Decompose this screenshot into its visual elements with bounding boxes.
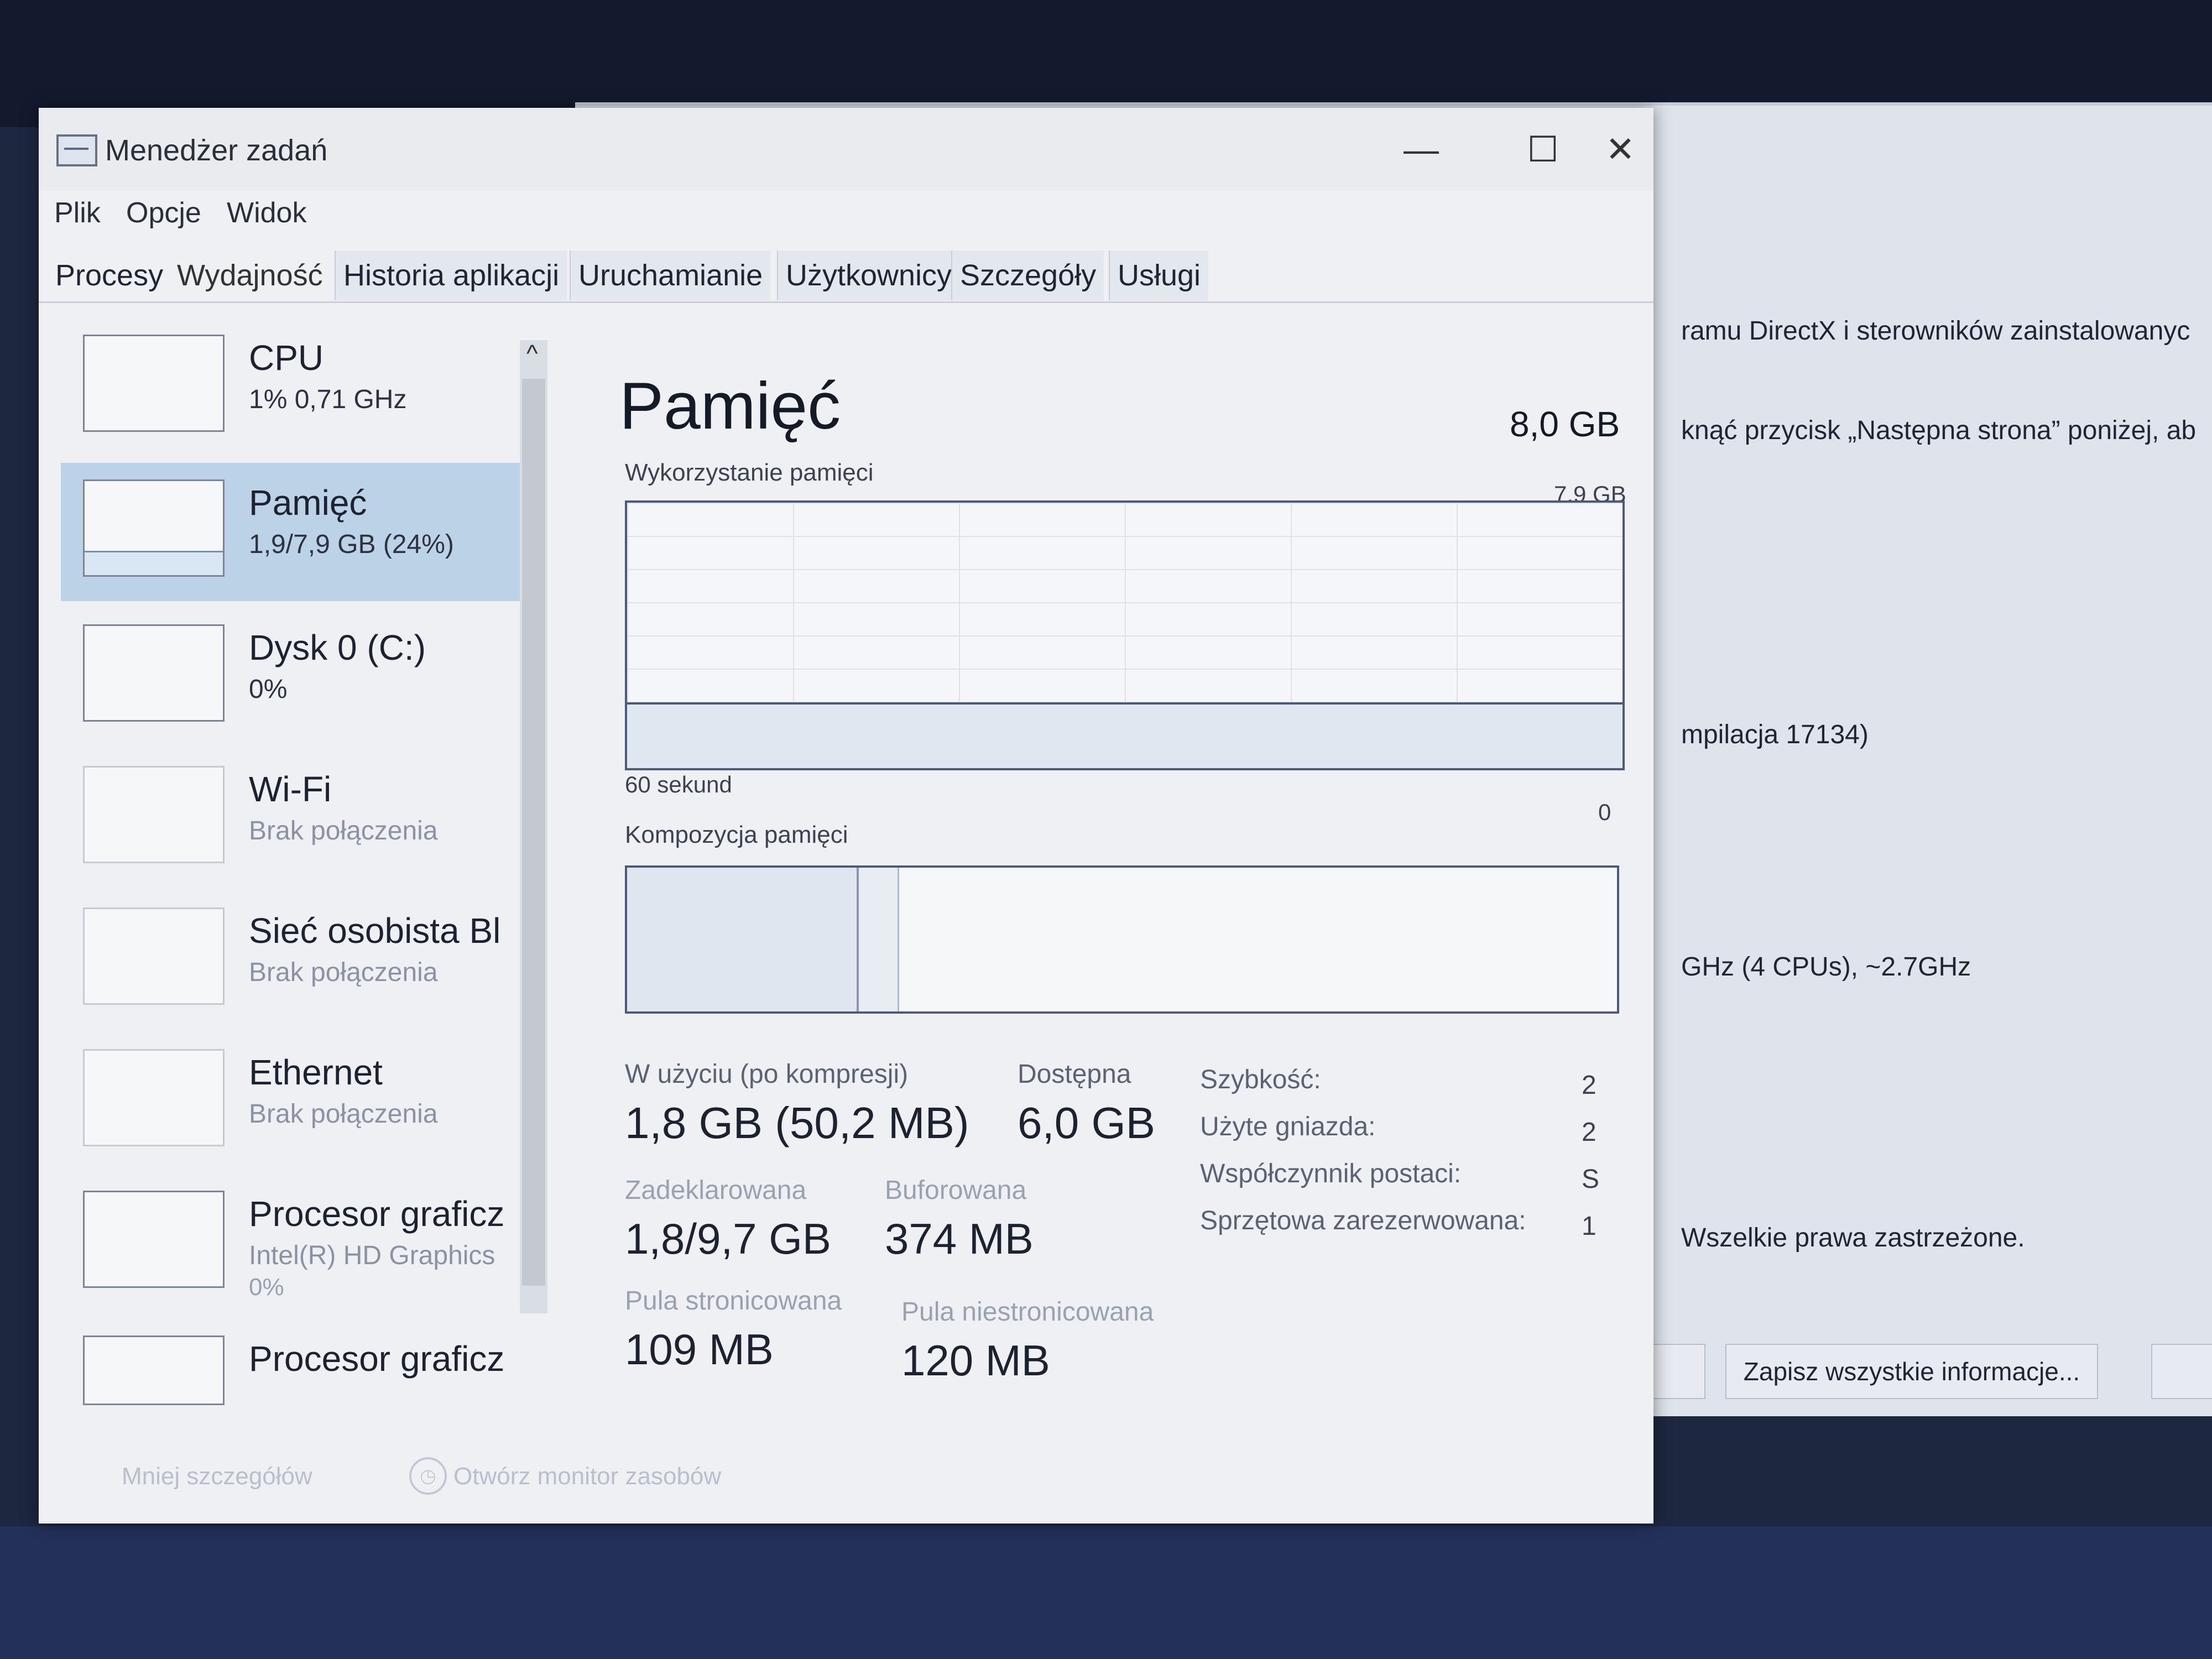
- task-manager-icon: [56, 134, 97, 166]
- committed-value: 1,8/9,7 GB: [625, 1214, 831, 1263]
- ethernet-thumbnail: [83, 1049, 225, 1146]
- speed-value: 2: [1582, 1071, 1597, 1100]
- form-factor-label: Współczynnik postaci:: [1200, 1159, 1462, 1188]
- graph-axis-right: 0: [1598, 799, 1611, 825]
- bg-line-1: ramu DirectX i sterowników zainstalowany…: [1681, 316, 2190, 346]
- open-resource-monitor-link[interactable]: Otwórz monitor zasobów: [453, 1463, 721, 1490]
- wifi-thumbnail: [83, 766, 225, 863]
- sidebar-scrollbar[interactable]: ^: [520, 340, 547, 1313]
- available-label: Dostępna: [1018, 1060, 1131, 1089]
- sidebar-item-sub: Intel(R) HD Graphics: [249, 1241, 495, 1270]
- bg-button-right[interactable]: [2151, 1344, 2212, 1399]
- tab-uruchamianie[interactable]: Uruchamianie: [570, 251, 771, 300]
- sidebar-item-sub: Brak połączenia: [249, 816, 438, 846]
- menu-bar: Plik Opcje Widok: [39, 191, 1653, 235]
- composition-label: Kompozycja pamięci: [625, 821, 848, 848]
- sidebar-item-sub2: 0%: [249, 1274, 284, 1301]
- sidebar-item-title: Procesor graficz: [249, 1194, 505, 1234]
- sidebar-item-wifi[interactable]: Wi-Fi Brak połączenia: [61, 749, 542, 888]
- sidebar-item-sub: Brak połączenia: [249, 958, 438, 987]
- sidebar-item-ethernet[interactable]: Ethernet Brak połączenia: [61, 1032, 542, 1171]
- sidebar-item-cpu[interactable]: CPU 1% 0,71 GHz: [61, 318, 542, 456]
- maximize-button[interactable]: ☐: [1510, 124, 1576, 174]
- title-bar: Menedżer zadań — ☐: [39, 108, 1653, 191]
- sidebar-item-sub: 1% 0,71 GHz: [249, 385, 407, 414]
- bg-line-5: Wszelkie prawa zastrzeżone.: [1681, 1223, 2025, 1253]
- sidebar-item-title: Dysk 0 (C:): [249, 628, 426, 667]
- close-button[interactable]: ✕: [1587, 124, 1653, 174]
- page-title: Pamięć: [619, 369, 841, 443]
- sidebar-item-sub: Brak połączenia: [249, 1099, 438, 1129]
- bg-line-4: GHz (4 CPUs), ~2.7GHz: [1681, 952, 1971, 982]
- sidebar-item-memory[interactable]: Pamięć 1,9/7,9 GB (24%): [61, 463, 542, 601]
- footer: Mniej szczegółów ◷ Otwórz monitor zasobó…: [39, 1441, 1653, 1512]
- tab-procesy[interactable]: Procesy: [55, 251, 163, 300]
- sidebar-item-title: Sieć osobista Bl: [249, 911, 501, 951]
- bg-line-3: mpilacja 17134): [1681, 720, 1869, 749]
- sidebar-item-sub: 1,9/7,9 GB (24%): [249, 530, 454, 559]
- form-factor-value: S: [1582, 1165, 1600, 1194]
- paged-pool-value: 109 MB: [625, 1325, 774, 1374]
- graph-axis-left: 60 sekund: [625, 771, 732, 797]
- memory-usage-fill: [627, 702, 1623, 768]
- minimize-button[interactable]: —: [1388, 124, 1454, 174]
- window-title: Menedżer zadań: [105, 134, 328, 167]
- tab-bar: Procesy Wydajność Historia aplikacji Uru…: [39, 241, 1653, 303]
- in-use-label: W użyciu (po kompresji): [625, 1060, 909, 1089]
- save-all-info-button[interactable]: Zapisz wszystkie informacje...: [1725, 1344, 2098, 1399]
- gpu-thumbnail: [83, 1191, 225, 1288]
- scroll-thumb[interactable]: [522, 379, 545, 1286]
- usage-graph-label: Wykorzystanie pamięci: [625, 459, 874, 486]
- sidebar-item-title: Pamięć: [249, 483, 367, 523]
- desktop-bottom: [0, 1526, 2212, 1659]
- scroll-up-icon[interactable]: ^: [526, 340, 538, 368]
- memory-total: 8,0 GB: [1510, 404, 1620, 444]
- menu-widok[interactable]: Widok: [227, 196, 306, 229]
- sidebar-item-title: Wi-Fi: [249, 769, 332, 809]
- sidebar-item-title: Ethernet: [249, 1052, 383, 1092]
- tab-uzytkownicy[interactable]: Użytkownicy: [777, 251, 960, 300]
- disk-thumbnail: [83, 624, 225, 722]
- sidebar-item-gpu-1[interactable]: Procesor graficz: [61, 1319, 542, 1418]
- tab-szczegoly[interactable]: Szczegóły: [951, 251, 1104, 300]
- bluetooth-thumbnail: [83, 907, 225, 1005]
- memory-thumbnail: [83, 479, 225, 577]
- sidebar-item-title: CPU: [249, 338, 324, 378]
- sidebar-item-title: Procesor graficz: [249, 1339, 505, 1379]
- composition-in-use: [627, 868, 859, 1011]
- speed-label: Szybkość:: [1200, 1065, 1321, 1094]
- cached-value: 374 MB: [885, 1214, 1034, 1263]
- fewer-details-link[interactable]: Mniej szczegółów: [122, 1463, 312, 1490]
- memory-usage-graph: [625, 500, 1625, 770]
- slots-used-label: Użyte gniazda:: [1200, 1112, 1376, 1141]
- sidebar-item-sub: 0%: [249, 675, 288, 704]
- committed-label: Zadeklarowana: [625, 1176, 807, 1205]
- in-use-value: 1,8 GB (50,2 MB): [625, 1098, 969, 1147]
- menu-opcje[interactable]: Opcje: [126, 196, 201, 229]
- cached-label: Buforowana: [885, 1176, 1027, 1205]
- resource-monitor-icon: ◷: [409, 1457, 447, 1495]
- nonpaged-pool-label: Pula niestronicowana: [901, 1297, 1154, 1327]
- composition-modified: [859, 868, 899, 1011]
- sidebar-item-bluetooth[interactable]: Sieć osobista Bl Brak połączenia: [61, 891, 542, 1029]
- available-value: 6,0 GB: [1018, 1098, 1156, 1147]
- hardware-reserved-label: Sprzętowa zarezerwowana:: [1200, 1206, 1526, 1235]
- menu-plik[interactable]: Plik: [54, 196, 101, 229]
- hardware-reserved-value: 1: [1582, 1212, 1597, 1241]
- bg-line-2: knąć przycisk „Następna strona” poniżej,…: [1681, 416, 2197, 445]
- tab-uslugi[interactable]: Usługi: [1109, 251, 1209, 300]
- sidebar-item-gpu-0[interactable]: Procesor graficz Intel(R) HD Graphics 0%: [61, 1174, 542, 1312]
- tab-wydajnosc[interactable]: Wydajność: [177, 251, 323, 300]
- gpu-thumbnail: [83, 1335, 225, 1405]
- paged-pool-label: Pula stronicowana: [625, 1286, 842, 1316]
- slots-used-value: 2: [1582, 1118, 1597, 1147]
- task-manager-window: Menedżer zadań — ☐ ✕ Plik Opcje Widok Pr…: [39, 108, 1653, 1524]
- cpu-thumbnail: [83, 335, 225, 432]
- nonpaged-pool-value: 120 MB: [901, 1336, 1050, 1385]
- memory-composition-bar: [625, 865, 1619, 1014]
- memory-thumbnail-fill: [85, 551, 223, 575]
- performance-sidebar: CPU 1% 0,71 GHz Pamięć 1,9/7,9 GB (24%) …: [39, 318, 547, 1424]
- tab-historia-aplikacji[interactable]: Historia aplikacji: [335, 251, 567, 300]
- sidebar-item-disk[interactable]: Dysk 0 (C:) 0%: [61, 608, 542, 746]
